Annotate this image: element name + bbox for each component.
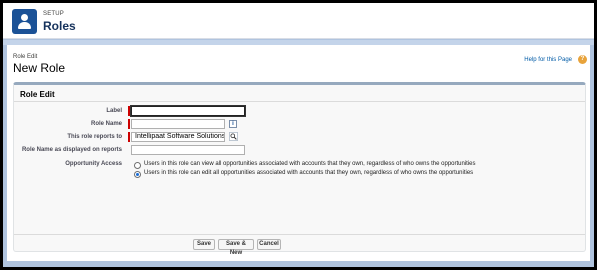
opportunity-edit-radio[interactable] <box>134 171 141 178</box>
opportunity-view-option-text: Users in this role can view all opportun… <box>144 161 476 167</box>
user-head-shape <box>21 14 28 21</box>
label-input[interactable] <box>131 106 245 116</box>
reports-to-input[interactable]: Intellipaat Software Solutions <box>131 132 225 142</box>
save-button[interactable]: Save <box>193 239 215 250</box>
display-name-input[interactable] <box>131 145 245 155</box>
setup-header: SETUP Roles <box>3 3 594 39</box>
role-edit-block: Role Edit Label Role Name i This role re… <box>13 82 586 256</box>
lookup-search-icon[interactable] <box>229 132 238 141</box>
setup-section-label: SETUP <box>43 11 65 17</box>
cancel-button[interactable]: Cancel <box>257 239 281 250</box>
opportunity-view-radio[interactable] <box>134 162 141 169</box>
display-name-label: Role Name as displayed on reports <box>21 147 122 153</box>
save-and-new-button[interactable]: Save & New <box>218 239 254 256</box>
page-title: New Role <box>13 61 66 75</box>
help-icon[interactable]: ? <box>578 55 587 64</box>
section-divider <box>14 101 585 102</box>
role-name-label: Role Name <box>90 121 122 127</box>
button-row-divider <box>14 234 585 235</box>
help-link[interactable]: Help for this Page <box>524 57 572 63</box>
role-name-input[interactable] <box>131 119 225 129</box>
user-role-icon <box>12 9 37 34</box>
section-title: Role Edit <box>20 90 55 99</box>
user-body-shape <box>18 22 31 29</box>
reports-to-label: This role reports to <box>67 134 122 140</box>
required-indicator <box>128 132 130 142</box>
opportunity-access-label: Opportunity Access <box>65 161 122 167</box>
breadcrumb: Role Edit <box>13 54 38 60</box>
content-area: Role Edit New Role Help for this Page ? … <box>7 45 590 261</box>
required-indicator <box>128 119 130 129</box>
setup-page-title: Roles <box>43 19 76 33</box>
info-icon[interactable]: i <box>229 120 237 128</box>
app-frame: SETUP Roles Role Edit New Role Help for … <box>3 3 594 267</box>
label-field-label: Label <box>106 108 122 114</box>
required-indicator <box>128 106 130 116</box>
opportunity-edit-option-text: Users in this role can edit all opportun… <box>144 170 474 176</box>
